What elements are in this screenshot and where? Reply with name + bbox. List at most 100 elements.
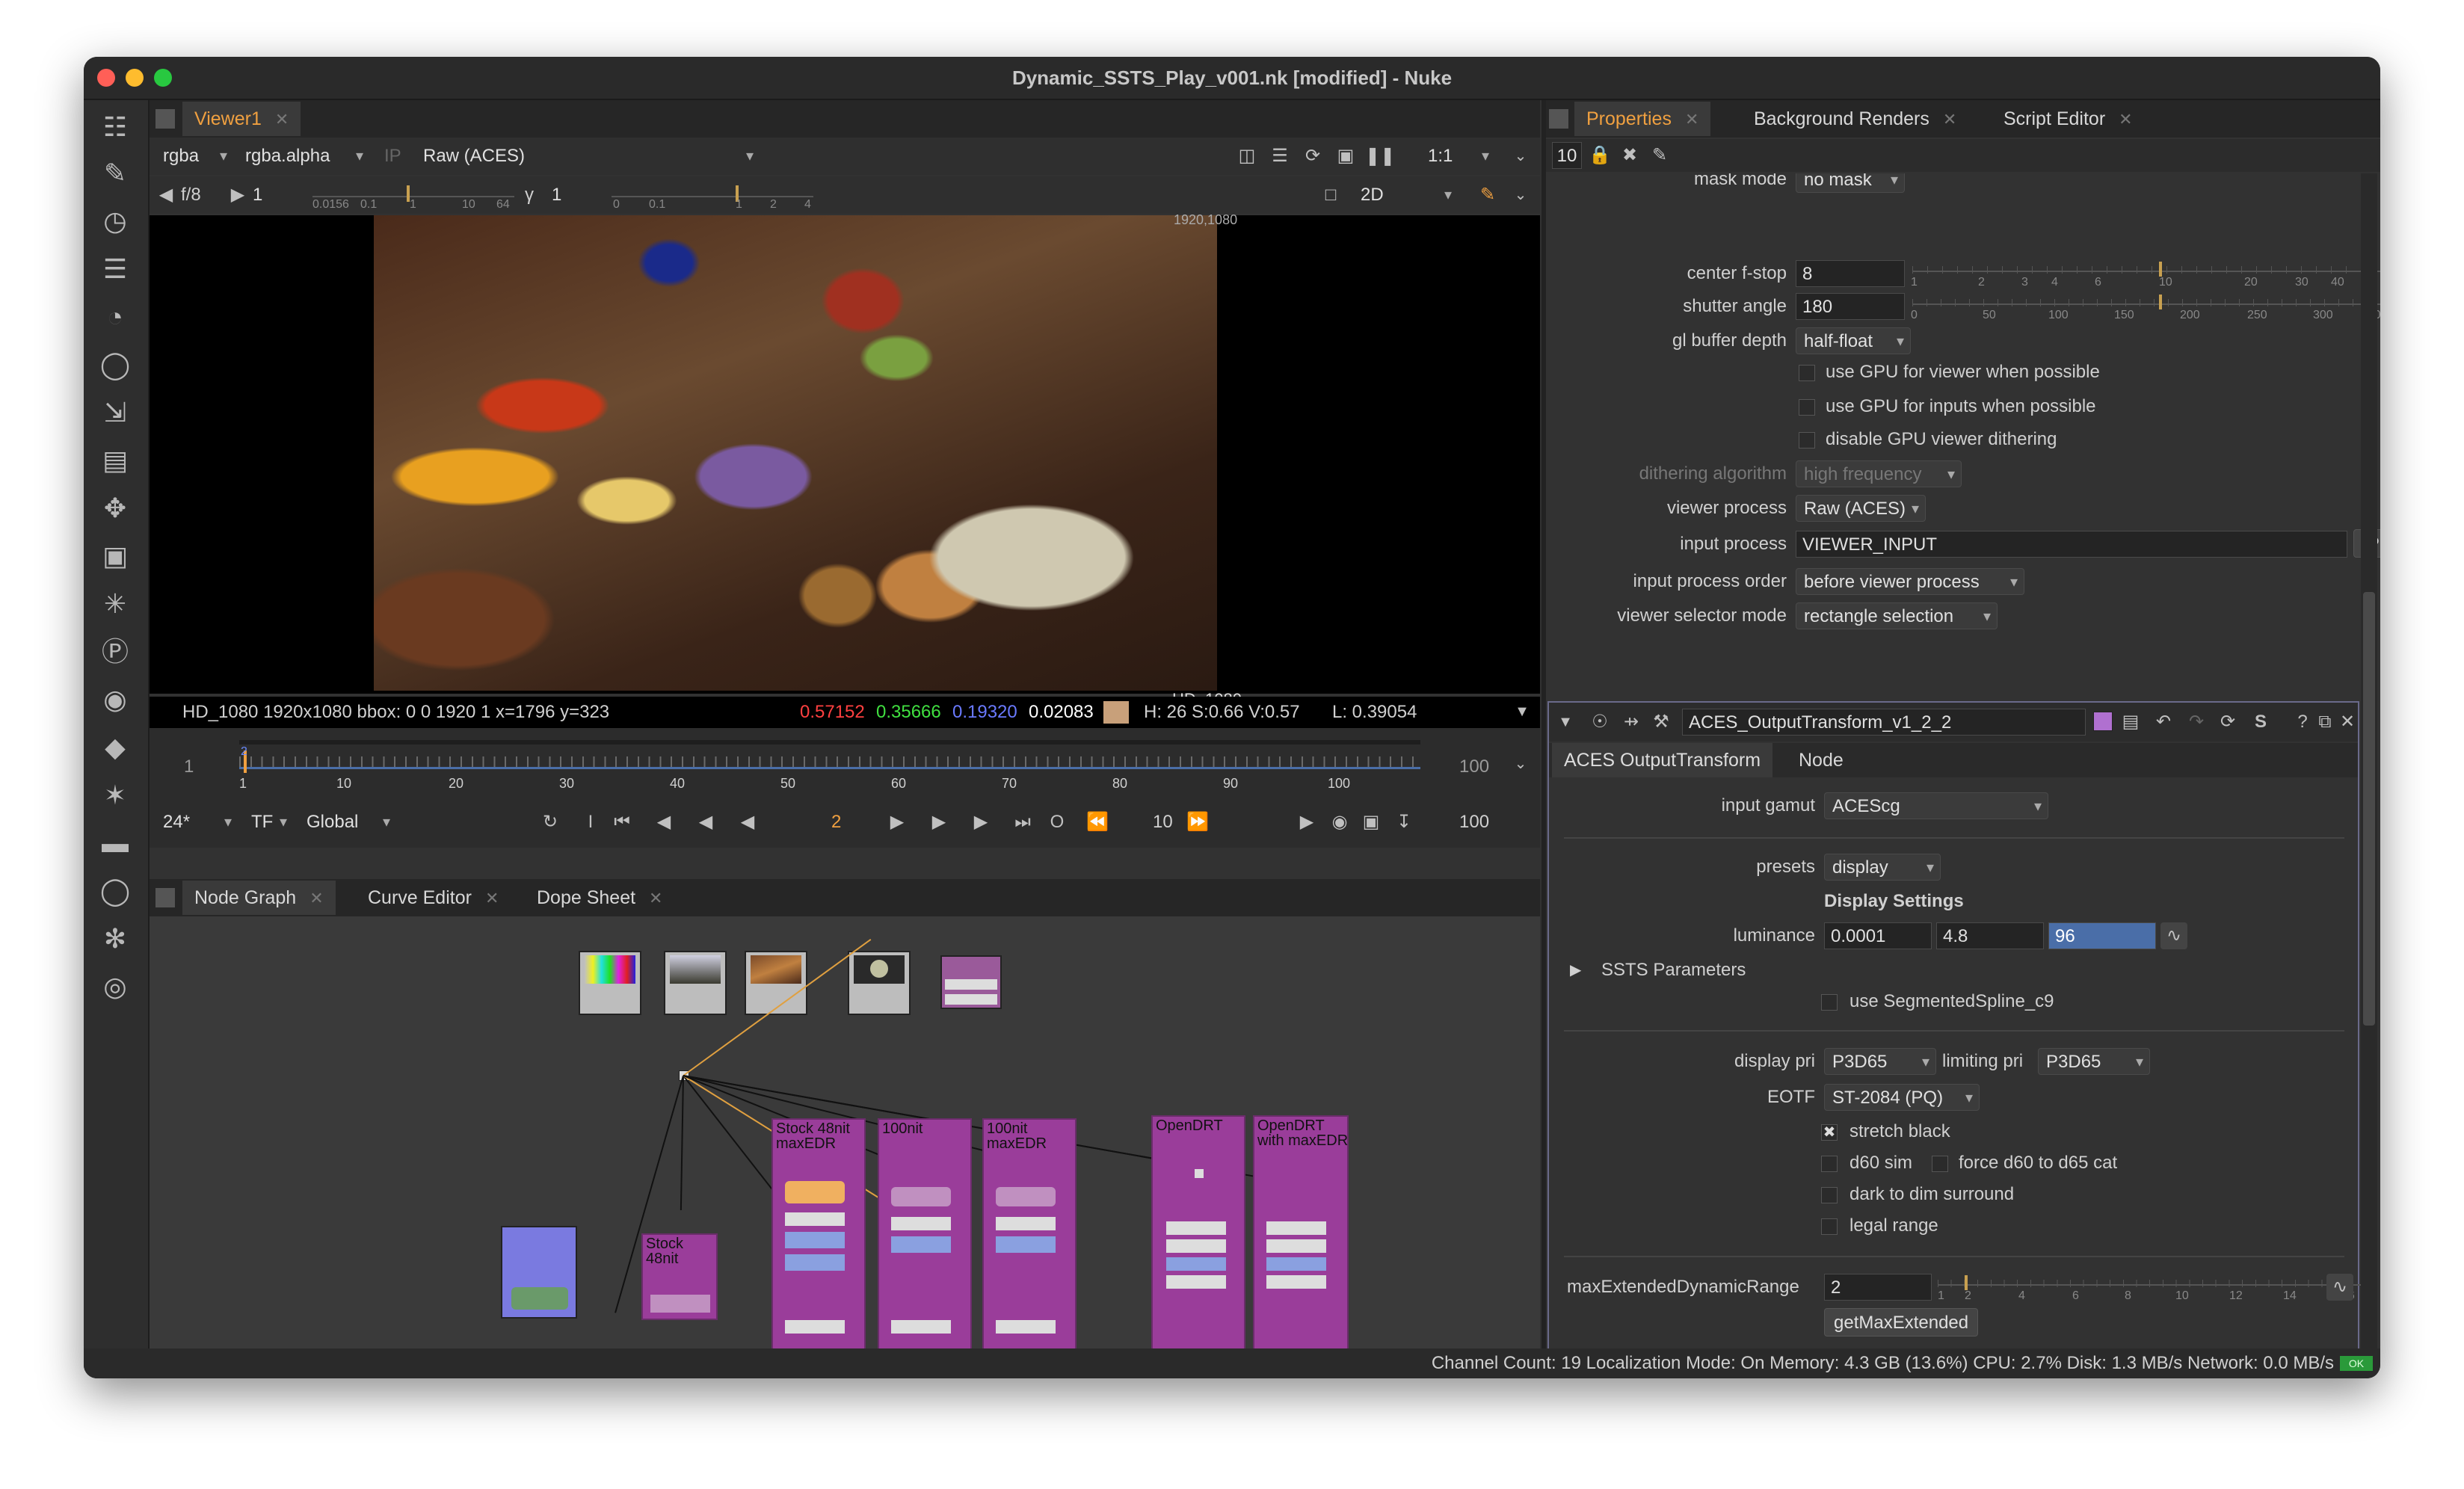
d60-sim-checkbox[interactable] <box>1821 1156 1838 1172</box>
ip-toggle[interactable]: IP <box>384 146 401 167</box>
backdrop-100nit[interactable]: 100nit <box>878 1118 972 1357</box>
lock-panels-icon[interactable]: 🔒 <box>1586 142 1613 169</box>
node-color-swatch[interactable] <box>2093 712 2113 731</box>
fps-dropdown[interactable]: 24* <box>155 809 238 836</box>
deep-nodes-icon[interactable]: Ⓟ <box>99 635 132 668</box>
playback-range-icon[interactable]: ↧ <box>1390 809 1417 836</box>
expand-menu-icon[interactable]: ⌄ <box>1507 182 1534 209</box>
refresh-icon[interactable]: ⟳ <box>1299 143 1326 170</box>
node-tools-icon[interactable]: ⚒ <box>1648 709 1675 736</box>
shutter-angle-slider[interactable]: 0 50 100 150 200 250 300 360 <box>1911 293 2380 321</box>
tf-dropdown[interactable]: TF <box>244 809 293 836</box>
prev-keyframe-icon[interactable]: ◀ <box>650 809 677 836</box>
draw-nodes-icon[interactable]: ✎ <box>99 157 132 190</box>
shutter-angle-handle[interactable] <box>2159 295 2162 309</box>
alpha-channel-dropdown[interactable]: rgba.alpha <box>238 143 369 170</box>
close-tab-icon[interactable]: ✕ <box>649 889 662 907</box>
use-gpu-viewer-checkbox[interactable] <box>1799 365 1815 381</box>
tab-script-editor[interactable]: Script Editor ✕ <box>1992 102 2145 136</box>
metadata-nodes-icon[interactable]: ◆ <box>99 731 132 764</box>
fstop-prev-icon[interactable]: ◀ <box>153 182 179 209</box>
undo-icon[interactable]: ↶ <box>2150 709 2177 736</box>
max-edr-slider[interactable]: 1 2 4 6 8 10 12 14 16 <box>1938 1274 2380 1302</box>
input-process-order-dropdown[interactable]: before viewer process <box>1796 568 2024 596</box>
views-nodes-icon[interactable]: ◉ <box>99 683 132 716</box>
timeline-ruler[interactable]: 2 1 10 20 30 40 50 60 70 80 90 100 <box>239 736 1420 791</box>
viewer-process-dropdown[interactable]: Raw (ACES) <box>416 143 760 170</box>
blue-node-box[interactable] <box>501 1226 577 1319</box>
center-node-icon[interactable]: ☉ <box>1586 709 1613 736</box>
roi-icon[interactable]: ▣ <box>1332 143 1359 170</box>
read-node[interactable] <box>579 951 641 1015</box>
close-tab-icon[interactable]: ✕ <box>485 889 499 907</box>
last-frame-icon[interactable]: ⏭ <box>1009 809 1036 836</box>
display-pri-dropdown[interactable]: P3D65 <box>1824 1048 1936 1076</box>
3d-nodes-icon[interactable]: ▣ <box>99 540 132 573</box>
channels-dropdown[interactable]: rgba <box>155 143 233 170</box>
other-nodes-icon[interactable]: ▬ <box>99 827 132 860</box>
close-tab-icon[interactable]: ✕ <box>1685 110 1698 129</box>
keyer-nodes-icon[interactable]: ⇲ <box>99 396 132 429</box>
properties-scrollbar[interactable] <box>2361 173 2377 1378</box>
max-edr-input[interactable]: 2 <box>1824 1274 1932 1301</box>
tab-node-graph[interactable]: Node Graph ✕ <box>182 881 336 915</box>
pause-icon[interactable]: ❚❚ <box>1365 143 1395 170</box>
pane-menu-icon[interactable] <box>155 888 175 907</box>
play-forward-icon[interactable]: ▶ <box>884 809 911 836</box>
force-d60-checkbox[interactable] <box>1932 1156 1948 1172</box>
paint-icon[interactable]: ✎ <box>1474 182 1501 209</box>
tab-dope-sheet[interactable]: Dope Sheet ✕ <box>525 881 674 915</box>
filter-nodes-icon[interactable]: ◯ <box>99 348 132 381</box>
wipe-icon[interactable]: ◫ <box>1233 143 1260 170</box>
set-out-icon[interactable]: O <box>1044 809 1071 836</box>
animation-curve-icon[interactable]: ∿ <box>2326 1274 2353 1301</box>
dark-to-dim-checkbox[interactable] <box>1821 1187 1838 1203</box>
edit-icon[interactable]: ✎ <box>1646 142 1673 169</box>
transform-nodes-icon[interactable]: ✥ <box>99 492 132 525</box>
viewer-process-prop-dropdown[interactable]: Raw (ACES) <box>1796 495 1926 522</box>
close-panel-icon[interactable]: ✕ <box>2334 709 2361 736</box>
play-backward-icon[interactable]: ◀ <box>734 809 761 836</box>
overlay-icon[interactable]: ☰ <box>1266 143 1293 170</box>
center-fstop-input[interactable]: 8 <box>1796 260 1905 287</box>
luminance-mid-input[interactable]: 4.8 <box>1936 922 2044 949</box>
close-tab-icon[interactable]: ✕ <box>1943 110 1956 129</box>
input-gamut-dropdown[interactable]: ACEScg <box>1824 792 2048 820</box>
node-graph-canvas[interactable]: Stock 48nit Stock 48nit maxEDR 100nit 10… <box>150 916 1540 1357</box>
zoom-node-icon[interactable]: ⇸ <box>1618 709 1645 736</box>
scrollbar-thumb[interactable] <box>2363 592 2375 1026</box>
shutter-angle-input[interactable]: 180 <box>1796 293 1905 320</box>
max-panels-input[interactable]: 10 <box>1552 142 1582 169</box>
close-tab-icon[interactable]: ✕ <box>309 889 323 907</box>
pane-menu-icon[interactable] <box>155 109 175 129</box>
tab-background-renders[interactable]: Background Renders ✕ <box>1742 102 1968 136</box>
group-node[interactable] <box>940 955 1002 1009</box>
frame-step[interactable]: 10 <box>1153 812 1173 833</box>
prev-frame-icon[interactable]: ◀ <box>692 809 719 836</box>
gl-buffer-depth-dropdown[interactable]: half-float <box>1796 327 1911 355</box>
expand-menu-icon[interactable]: ⌄ <box>1507 143 1534 170</box>
close-tab-icon[interactable]: ✕ <box>2119 110 2132 129</box>
tab-aces-outputtransform[interactable]: ACES OutputTransform <box>1552 743 1773 777</box>
gain-input[interactable]: 1 <box>247 182 307 209</box>
viewer-canvas[interactable]: 1920,1080 HD_1080 <box>150 212 1540 709</box>
flipbook-icon[interactable]: ▶ <box>1293 809 1320 836</box>
luminance-max-input[interactable]: 96 <box>2048 922 2156 949</box>
next-keyframe-icon[interactable]: ▶ <box>967 809 994 836</box>
step-forward-icon[interactable]: ⏩ <box>1184 809 1211 836</box>
use-segmented-spline-checkbox[interactable] <box>1821 994 1838 1011</box>
loop-mode-icon[interactable]: ↻ <box>537 809 564 836</box>
luminance-min-input[interactable]: 0.0001 <box>1824 922 1932 949</box>
collapse-panel-icon[interactable]: ▼ <box>1552 709 1579 736</box>
info-menu-icon[interactable]: ▼ <box>1509 698 1536 725</box>
timeline-menu-icon[interactable]: ⌄ <box>1507 750 1534 777</box>
read-node[interactable] <box>848 951 911 1015</box>
gl-color-icon[interactable]: ▤ <box>2117 709 2144 736</box>
close-all-panels-icon[interactable]: ✖ <box>1616 142 1643 169</box>
set-in-icon[interactable]: I <box>577 809 604 836</box>
record-icon[interactable]: ◉ <box>1326 809 1353 836</box>
tab-curve-editor[interactable]: Curve Editor ✕ <box>356 881 511 915</box>
plugins-nodes-icon[interactable]: ✻ <box>99 922 132 955</box>
tab-node[interactable]: Node <box>1787 743 1855 777</box>
revert-icon[interactable]: ⟳ <box>2214 709 2241 736</box>
